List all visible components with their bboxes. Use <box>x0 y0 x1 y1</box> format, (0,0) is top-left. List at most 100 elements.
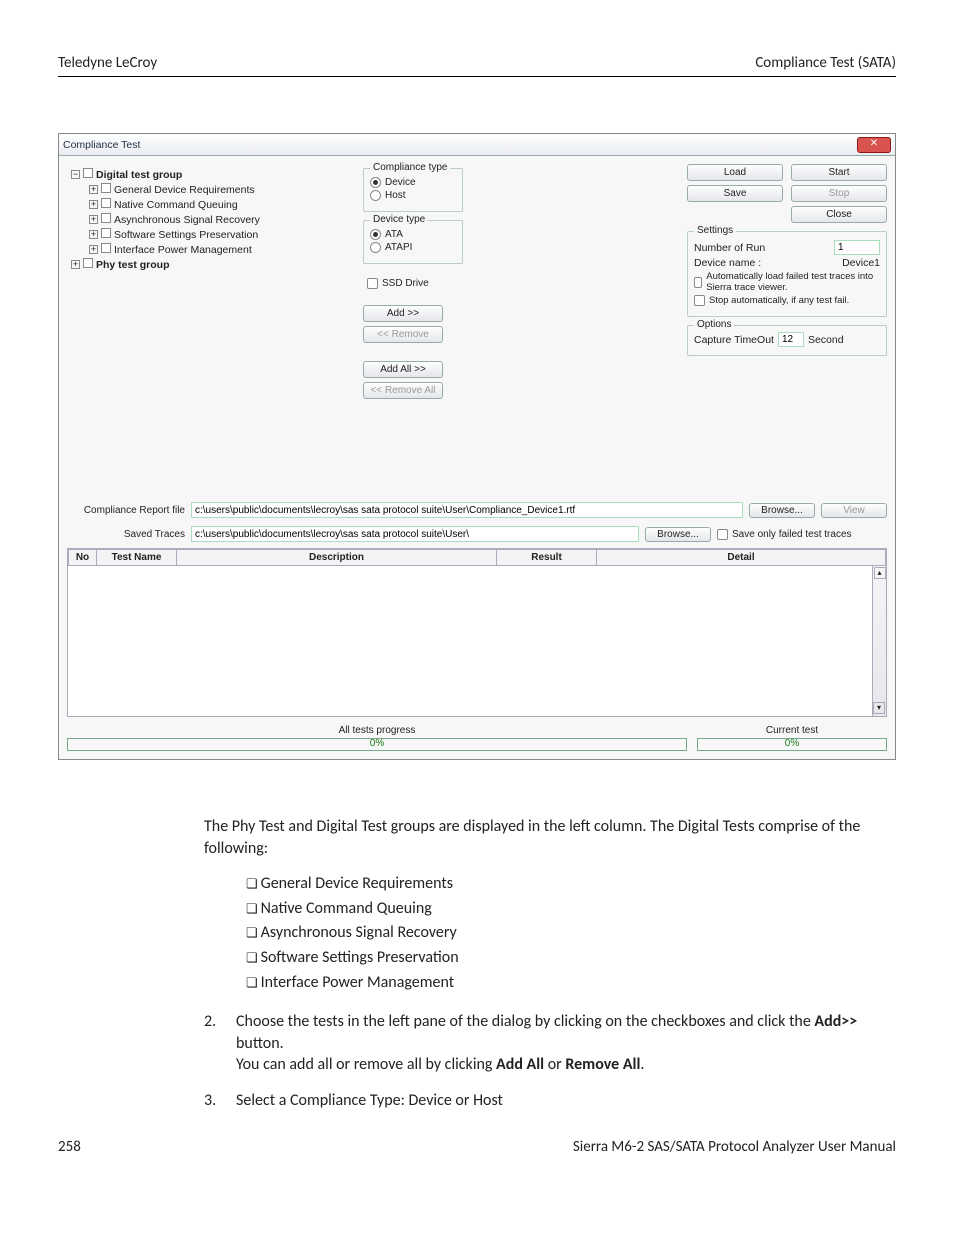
collapse-icon[interactable]: − <box>71 170 80 179</box>
radio-ata[interactable] <box>370 229 381 240</box>
step-2: 2. Choose the tests in the left pane of … <box>204 1011 892 1076</box>
document-body: The Phy Test and Digital Test groups are… <box>58 816 896 1112</box>
expand-icon[interactable]: + <box>89 185 98 194</box>
selected-tests-area <box>469 164 681 494</box>
group-legend: Settings <box>694 225 736 236</box>
current-test-progress-pct: 0% <box>698 738 886 749</box>
all-tests-progress-pct: 0% <box>68 738 686 749</box>
all-tests-progress-label: All tests progress <box>339 725 416 736</box>
list-item: Asynchronous Signal Recovery <box>246 922 892 944</box>
tree-item[interactable]: Native Command Queuing <box>114 199 238 211</box>
scroll-down-icon[interactable]: ▾ <box>873 702 885 714</box>
bullet-list: General Device Requirements Native Comma… <box>204 873 892 993</box>
start-button[interactable]: Start <box>791 164 887 181</box>
expand-icon[interactable]: + <box>89 215 98 224</box>
scrollbar[interactable]: ▴ ▾ <box>872 566 886 716</box>
remove-button[interactable]: << Remove <box>363 326 443 343</box>
radio-host[interactable] <box>370 190 381 201</box>
col-test-name: Test Name <box>97 550 177 566</box>
checkbox-autoload[interactable] <box>694 277 702 288</box>
results-grid[interactable] <box>68 566 872 716</box>
options-group: Options Capture TimeOut Second <box>687 325 887 356</box>
capture-timeout-input[interactable] <box>778 332 804 347</box>
browse-traces-button[interactable]: Browse... <box>645 527 711 542</box>
group-legend: Compliance type <box>370 162 450 173</box>
test-tree[interactable]: − Digital test group + General Device Requ… <box>67 164 357 494</box>
capture-timeout-unit: Second <box>808 334 844 346</box>
right-panel: Load Start Save Stop Close Settings Numb… <box>687 164 887 494</box>
close-icon[interactable]: ✕ <box>857 137 891 153</box>
save-button[interactable]: Save <box>687 185 783 202</box>
header-divider <box>58 76 896 77</box>
checkbox-save-only-failed[interactable] <box>717 529 728 540</box>
window-titlebar: Compliance Test ✕ <box>59 134 895 156</box>
list-item: Native Command Queuing <box>246 898 892 920</box>
radio-device[interactable] <box>370 177 381 188</box>
results-table: No Test Name Description Result Detail ▴… <box>67 548 887 717</box>
window-title: Compliance Test <box>63 139 857 151</box>
tree-item[interactable]: General Device Requirements <box>114 184 255 196</box>
radio-atapi[interactable] <box>370 242 381 253</box>
all-tests-progress-bar: 0% <box>67 738 687 751</box>
tree-item[interactable]: Interface Power Management <box>114 244 252 256</box>
expand-icon[interactable]: + <box>89 230 98 239</box>
checkbox[interactable] <box>101 228 111 238</box>
radio-label: Device <box>385 177 416 188</box>
page-number: 258 <box>58 1138 81 1156</box>
list-item: General Device Requirements <box>246 873 892 895</box>
radio-label: ATA <box>385 229 403 240</box>
report-file-input[interactable] <box>191 502 743 518</box>
capture-timeout-label: Capture TimeOut <box>694 334 774 346</box>
close-button[interactable]: Close <box>791 206 887 223</box>
middle-column: Compliance type Device Host Device type … <box>363 164 463 494</box>
report-file-label: Compliance Report file <box>67 505 185 516</box>
col-detail: Detail <box>597 550 886 566</box>
header-left: Teledyne LeCroy <box>58 54 157 72</box>
header-right: Compliance Test (SATA) <box>755 54 896 72</box>
group-legend: Device type <box>370 214 428 225</box>
current-test-progress-bar: 0% <box>697 738 887 751</box>
remove-all-button[interactable]: << Remove All <box>363 382 443 399</box>
numrun-input[interactable] <box>834 240 880 255</box>
tree-root-phy[interactable]: Phy test group <box>96 259 170 271</box>
compliance-type-group: Compliance type Device Host <box>363 168 463 212</box>
checkbox[interactable] <box>101 198 111 208</box>
checkbox-stopauto[interactable] <box>694 295 705 306</box>
add-all-button[interactable]: Add All >> <box>363 361 443 378</box>
col-result: Result <box>497 550 597 566</box>
browse-report-button[interactable]: Browse... <box>749 503 815 518</box>
tree-item[interactable]: Software Settings Preservation <box>114 229 258 241</box>
checkbox-label: SSD Drive <box>382 278 429 289</box>
load-button[interactable]: Load <box>687 164 783 181</box>
stop-button[interactable]: Stop <box>791 185 887 202</box>
col-no: No <box>69 550 97 566</box>
checkbox-label: Save only failed test traces <box>732 529 852 540</box>
expand-icon[interactable]: + <box>71 260 80 269</box>
tree-item[interactable]: Asynchronous Signal Recovery <box>114 214 260 226</box>
group-legend: Options <box>694 319 734 330</box>
add-button[interactable]: Add >> <box>363 305 443 322</box>
view-button[interactable]: View <box>821 503 887 518</box>
checkbox-ssd[interactable] <box>367 278 378 289</box>
radio-label: Host <box>385 190 406 201</box>
saved-traces-input[interactable] <box>191 526 639 542</box>
radio-label: ATAPI <box>385 242 412 253</box>
checkbox[interactable] <box>101 183 111 193</box>
checkbox[interactable] <box>83 168 93 178</box>
devname-label: Device name : <box>694 257 838 269</box>
devname-value: Device1 <box>842 257 880 269</box>
current-test-label: Current test <box>766 725 818 736</box>
saved-traces-label: Saved Traces <box>67 529 185 540</box>
checkbox[interactable] <box>101 213 111 223</box>
expand-icon[interactable]: + <box>89 245 98 254</box>
checkbox[interactable] <box>101 243 111 253</box>
checkbox-label: Stop automatically, if any test fail. <box>709 295 849 306</box>
list-item: Interface Power Management <box>246 972 892 994</box>
numrun-label: Number of Run <box>694 242 830 254</box>
scroll-up-icon[interactable]: ▴ <box>874 567 886 579</box>
expand-icon[interactable]: + <box>89 200 98 209</box>
checkbox[interactable] <box>83 258 93 268</box>
tree-root-digital[interactable]: Digital test group <box>96 169 182 181</box>
step-3: 3.Select a Compliance Type: Device or Ho… <box>204 1090 892 1112</box>
list-item: Software Settings Preservation <box>246 947 892 969</box>
